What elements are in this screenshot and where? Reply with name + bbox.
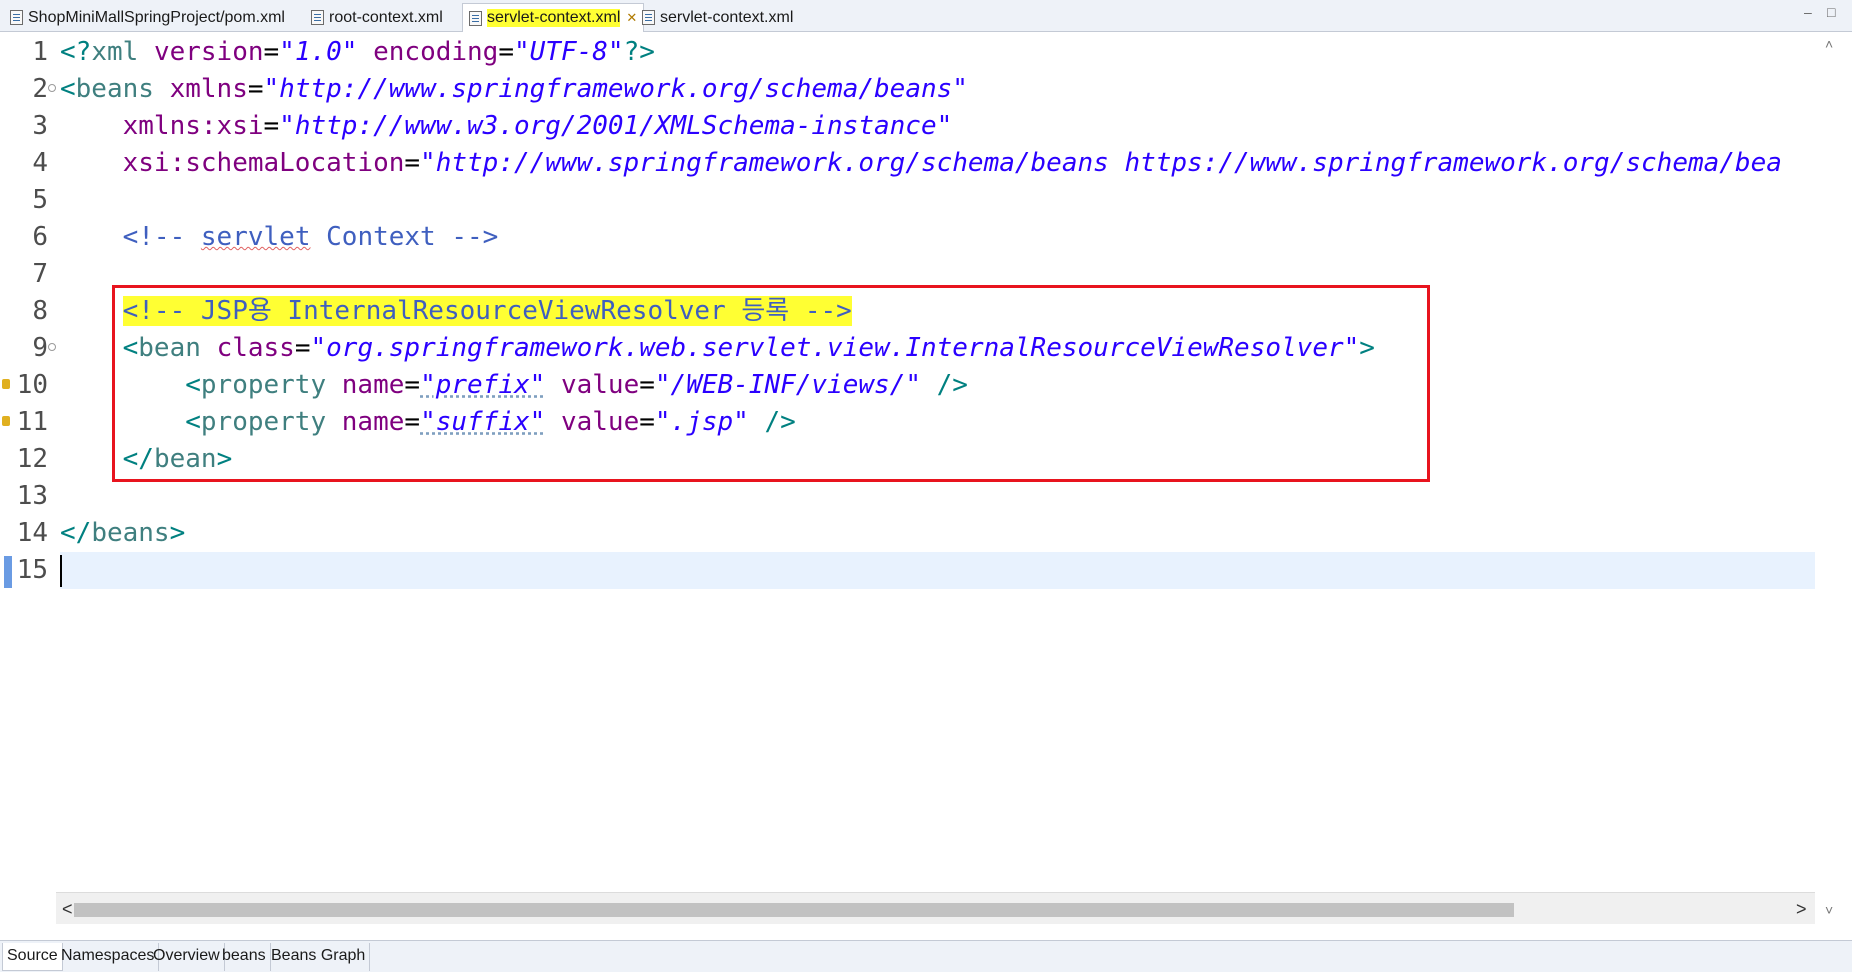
scroll-up-icon[interactable]: ˄ xyxy=(1825,36,1833,52)
xml-token: = xyxy=(498,37,514,67)
tab-label: servlet-context.xml xyxy=(487,9,621,27)
xml-token: "http://www.springframework.org/schema/b… xyxy=(263,74,968,104)
code-line-2: <beans xmlns="http://www.springframework… xyxy=(60,71,968,108)
xml-token: version xyxy=(153,37,264,67)
xml-token: beans xyxy=(91,518,170,548)
line-number: 8 xyxy=(32,296,48,326)
warning-marker-icon[interactable] xyxy=(2,379,10,389)
xml-token: xmlns xyxy=(169,74,248,104)
line-number: 10 xyxy=(16,370,48,400)
xml-token: </ xyxy=(60,518,92,548)
line-number: 9 xyxy=(32,333,48,363)
line-number: 2 xyxy=(32,74,48,104)
xml-token: "http://www.springframework.org/schema/b… xyxy=(420,148,1782,178)
tab-overview[interactable]: Overview xyxy=(149,943,225,971)
line-number: 14 xyxy=(16,518,48,548)
maximize-button[interactable]: □ xyxy=(1827,4,1835,20)
tab-label: root-context.xml xyxy=(329,8,443,26)
scroll-left-icon[interactable]: < xyxy=(62,899,73,920)
tab-beans-graph[interactable]: Beans Graph xyxy=(267,943,371,971)
spring-xml-file-icon xyxy=(311,10,324,25)
xml-token: "http://www.w3.org/2001/XMLSchema-instan… xyxy=(279,111,953,141)
code-line-14: </beans> xyxy=(60,515,185,552)
code-line-3: xmlns:xsi="http://www.w3.org/2001/XMLSch… xyxy=(60,108,953,145)
tab-label: servlet-context.xml xyxy=(660,8,794,26)
warning-marker-icon[interactable] xyxy=(2,416,10,426)
xml-token: xml xyxy=(91,37,139,67)
xml-token: servlet xyxy=(200,222,311,252)
spring-xml-file-icon xyxy=(469,10,482,26)
xml-token: = xyxy=(404,148,421,178)
tab-source[interactable]: Source xyxy=(2,943,63,971)
line-number: 11 xyxy=(16,407,48,437)
minimize-button[interactable]: – xyxy=(1804,4,1812,20)
line-number-gutter: 1 2 3 4 5 6 7 8 9 10 11 12 13 14 15 xyxy=(14,32,56,924)
line-number: 3 xyxy=(32,111,48,141)
horizontal-scrollbar[interactable]: < > xyxy=(56,892,1815,924)
line-number: 1 xyxy=(32,37,48,67)
current-line-marker xyxy=(4,556,12,588)
xml-token: = xyxy=(263,111,280,141)
tab-root-context[interactable]: root-context.xml xyxy=(305,3,449,32)
spring-xml-file-icon xyxy=(642,10,655,25)
xml-token: <!-- xyxy=(122,222,201,252)
tab-beans[interactable]: beans xyxy=(218,943,271,971)
code-line-6: <!-- servlet Context --> xyxy=(60,219,499,256)
xml-token: ?> xyxy=(623,37,655,67)
xml-source-editor[interactable]: 1 2 3 4 5 6 7 8 9 10 11 12 13 14 15 <?xm… xyxy=(0,32,1852,924)
xml-file-icon xyxy=(10,10,23,25)
xml-token: = xyxy=(263,37,280,67)
xml-token: "UTF-8" xyxy=(514,37,624,67)
xml-token: > xyxy=(169,518,186,548)
fold-toggle-icon[interactable] xyxy=(48,343,56,351)
tab-servlet-context[interactable]: servlet-context.xml xyxy=(636,3,799,32)
line-number: 7 xyxy=(32,259,48,289)
code-line-4: xsi:schemaLocation="http://www.springfra… xyxy=(60,145,1782,182)
xml-token: "1.0" xyxy=(279,37,358,67)
xml-token: beans xyxy=(75,74,154,104)
annotation-highlight-box xyxy=(112,285,1430,482)
tab-label: ShopMiniMallSpringProject/pom.xml xyxy=(28,8,285,26)
line-number: 13 xyxy=(16,481,48,511)
xml-token: Context --> xyxy=(310,222,499,252)
scrollbar-thumb[interactable] xyxy=(74,903,1514,917)
editor-page-tabs: Source Namespaces Overview beans Beans G… xyxy=(0,940,1852,972)
overview-ruler[interactable]: ˄ ˅ xyxy=(1815,32,1852,924)
xml-token: < xyxy=(60,74,76,104)
text-caret xyxy=(60,555,62,587)
editor-tab-bar: ShopMiniMallSpringProject/pom.xml root-c… xyxy=(0,0,1852,32)
line-number: 15 xyxy=(16,555,48,585)
fold-toggle-icon[interactable] xyxy=(48,84,56,92)
tab-pom-xml[interactable]: ShopMiniMallSpringProject/pom.xml xyxy=(4,3,291,32)
tab-namespaces[interactable]: Namespaces xyxy=(57,943,160,971)
line-number: 12 xyxy=(16,444,48,474)
xml-token: xsi:schemaLocation xyxy=(122,148,405,178)
scroll-down-icon[interactable]: ˅ xyxy=(1825,902,1833,918)
code-line-1: <?xml version="1.0" encoding="UTF-8"?> xyxy=(60,34,655,71)
xml-token: = xyxy=(247,74,264,104)
scroll-right-icon[interactable]: > xyxy=(1796,899,1807,920)
line-number: 6 xyxy=(32,222,48,252)
xml-token: encoding xyxy=(373,37,499,67)
line-number: 5 xyxy=(32,185,48,215)
tab-servlet-context-active[interactable]: servlet-context.xml ✕ xyxy=(462,3,645,32)
xml-token: <? xyxy=(60,37,92,67)
current-line-highlight xyxy=(60,552,1815,589)
line-number: 4 xyxy=(32,148,48,178)
annotation-ruler xyxy=(0,32,14,924)
xml-token: xmlns:xsi xyxy=(122,111,264,141)
